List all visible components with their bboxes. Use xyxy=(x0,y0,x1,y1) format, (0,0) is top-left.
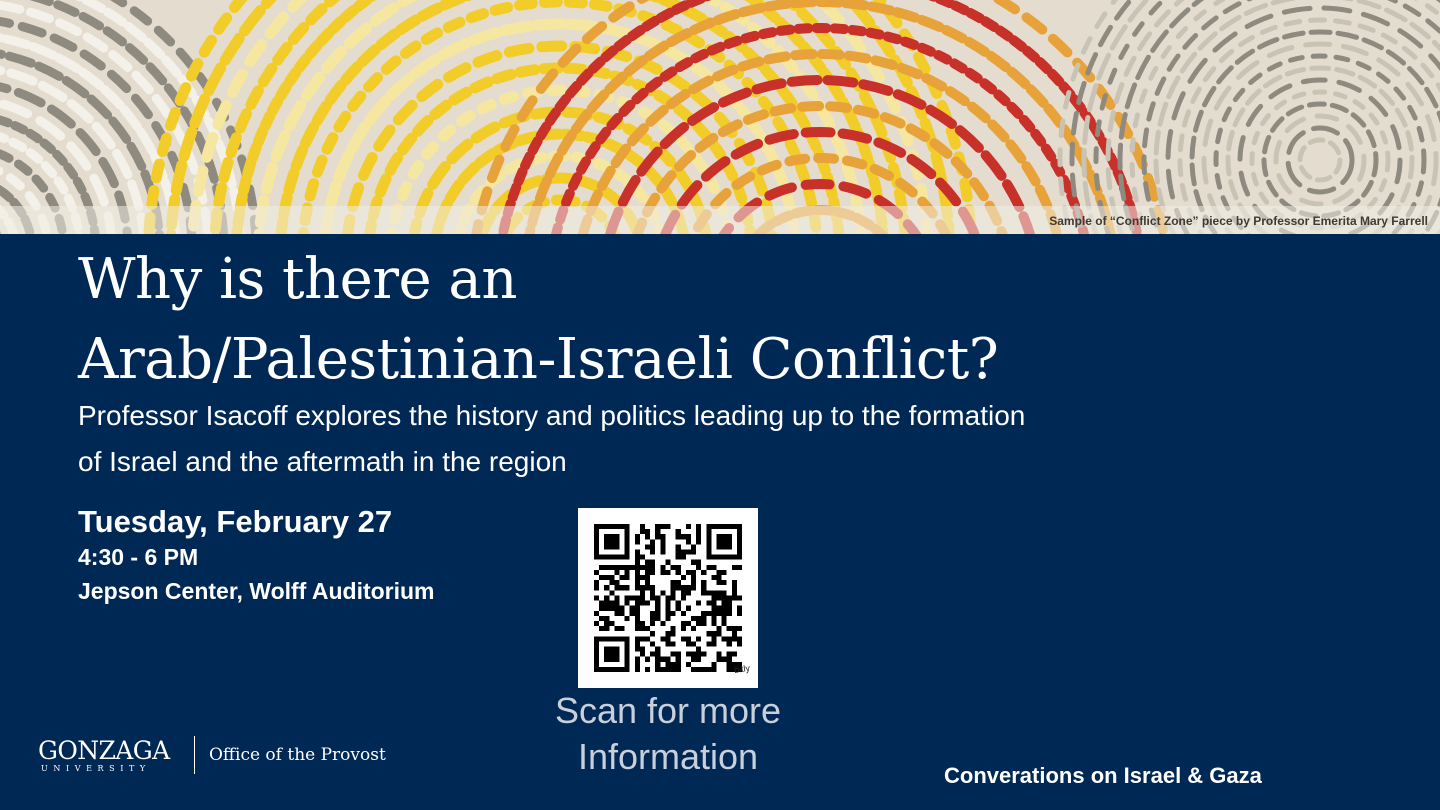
qr-caption-line-2: Information xyxy=(577,736,759,777)
gonzaga-logo: GONZAGA UNIVERSITY xyxy=(38,736,188,776)
qr-caption-line-1: Scan for more xyxy=(554,690,782,731)
event-title: Why is there an Arab/Palestinian-Israeli… xyxy=(78,240,1378,400)
event-description-line-1: Professor Isacoff explores the history a… xyxy=(78,400,1026,431)
qr-code[interactable]: bitly xyxy=(578,508,758,688)
artwork-credit: Sample of “Conflict Zone” piece by Profe… xyxy=(1049,214,1428,228)
conflict-zone-artwork-image xyxy=(0,0,1440,234)
qr-brand-label: bitly xyxy=(733,662,751,676)
office-label: Office of the Provost xyxy=(209,745,386,765)
event-description-line-2: of Israel and the aftermath in the regio… xyxy=(78,446,567,477)
gonzaga-logo-wordmark: GONZAGA xyxy=(38,736,170,765)
event-time: 4:30 - 6 PM xyxy=(78,544,199,570)
event-title-line-2: Arab/Palestinian-Israeli Conflict? xyxy=(78,327,999,392)
logo-divider xyxy=(194,736,195,774)
event-description: Professor Isacoff explores the history a… xyxy=(78,393,1378,485)
event-title-line-1: Why is there an xyxy=(78,247,517,312)
series-label: Converations on Israel & Gaza xyxy=(944,763,1262,788)
qr-code-icon xyxy=(594,524,742,672)
artwork-banner xyxy=(0,0,1440,234)
qr-caption: Scan for more Information xyxy=(528,688,808,780)
event-poster-slide: Sample of “Conflict Zone” piece by Profe… xyxy=(0,0,1440,810)
event-location: Jepson Center, Wolff Auditorium xyxy=(78,578,435,604)
event-date: Tuesday, February 27 xyxy=(78,504,393,539)
gonzaga-logo-subtitle: UNIVERSITY xyxy=(41,764,151,773)
